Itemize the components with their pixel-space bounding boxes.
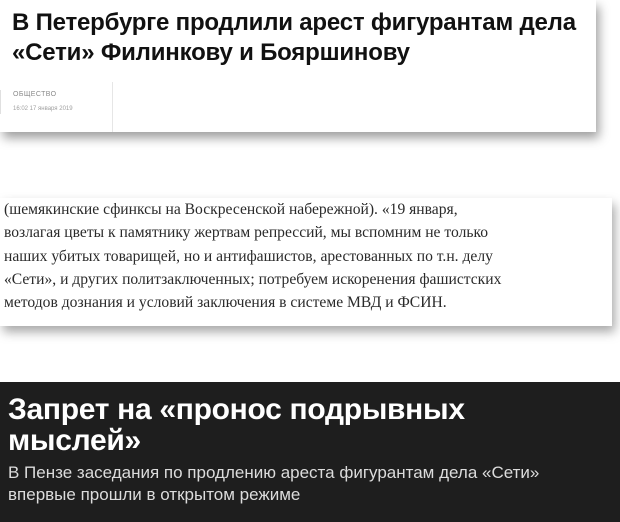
article-headline[interactable]: В Петербурге продлили арест фигурантам д… — [12, 8, 584, 68]
title-line-1: Запрет на «пронос подрывных — [8, 393, 465, 426]
article-meta: ОБЩЕСТВО 16:02 17 января 2019 — [0, 90, 73, 114]
quote-line-4: «Сети», и других политзаключенных; потре… — [4, 270, 502, 288]
quote-line-3: наших убитых товарищей, но и антифашисто… — [4, 247, 493, 265]
quote-line-1: (шемякинские сфинксы на Воскресенской на… — [4, 201, 458, 218]
dark-news-clip: Запрет на «пронос подрывных мыслей» В Пе… — [0, 382, 620, 522]
meta-divider — [112, 82, 113, 132]
rubric-link[interactable]: ОБЩЕСТВО — [13, 90, 73, 100]
quote-line-5: методов дознания и условий заключения в … — [4, 294, 447, 312]
dark-clip-subtitle: В Пензе заседания по продлению ареста фи… — [8, 462, 608, 506]
quote-clip: (шемякинские сфинксы на Воскресенской на… — [0, 198, 612, 326]
subtitle-line-2: впервые прошли в открытом режиме — [8, 485, 301, 504]
dark-clip-title[interactable]: Запрет на «пронос подрывных мыслей» — [8, 394, 608, 456]
subtitle-line-1: В Пензе заседания по продлению ареста фи… — [8, 463, 540, 482]
headline-line-2: «Сети» Филинкову и Бояршинову — [12, 39, 410, 66]
publish-date: 16:02 17 января 2019 — [13, 106, 73, 112]
headline-line-1: В Петербурге продлили арест фигурантам д… — [12, 9, 576, 36]
news-clip-headline: В Петербурге продлили арест фигурантам д… — [0, 0, 596, 132]
quote-line-2: возлагая цветы к памятнику жертвам репре… — [4, 224, 489, 242]
quote-paragraph: (шемякинские сфинксы на Воскресенской на… — [4, 198, 602, 314]
title-line-2: мыслей» — [8, 424, 141, 457]
